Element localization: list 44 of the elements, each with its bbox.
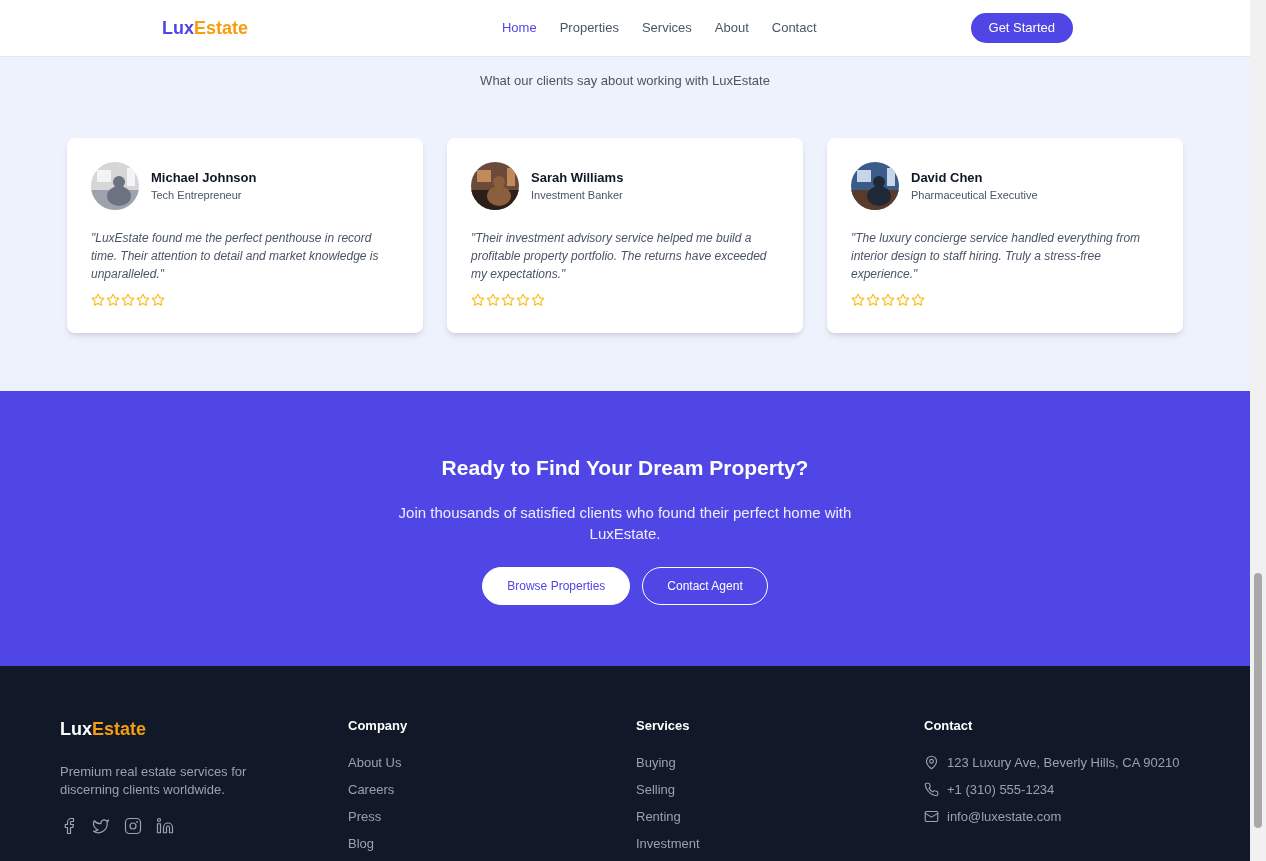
twitter-icon[interactable] bbox=[92, 817, 110, 835]
location-pin-icon bbox=[924, 755, 939, 770]
client-role: Investment Banker bbox=[531, 188, 624, 203]
testimonial-quote: "The luxury concierge service handled everything from interior design to staff hiring. Truly a stress-free experience." bbox=[851, 229, 1142, 283]
contact-info: 123 Luxury Ave, Beverly Hills, CA 90210 bbox=[947, 753, 1180, 772]
cta-heading: Ready to Find Your Dream Property? bbox=[441, 455, 809, 481]
footer-link[interactable]: Renting bbox=[636, 807, 681, 826]
footer-link[interactable]: About Us bbox=[348, 753, 402, 772]
cta-text: Join thousands of satisfied clients who found their perfect home with LuxEstate. bbox=[397, 502, 853, 544]
client-role: Tech Entrepreneur bbox=[151, 188, 243, 203]
footer-heading: Contact bbox=[924, 717, 974, 735]
client-name: David Chen bbox=[911, 168, 984, 187]
footer-link[interactable]: Selling bbox=[636, 780, 676, 799]
nav-link[interactable]: Properties bbox=[559, 18, 619, 38]
nav-link[interactable]: Services bbox=[641, 18, 692, 38]
client-role: Pharmaceutical Executive bbox=[911, 188, 1038, 203]
instagram-icon[interactable] bbox=[124, 817, 142, 835]
testimonial-quote: "LuxEstate found me the perfect penthouse in record time. Their attention to detail and market knowledge is unparalleled." bbox=[91, 229, 380, 283]
mail-icon bbox=[924, 809, 939, 824]
nav-link[interactable]: Contact bbox=[771, 18, 817, 38]
scrollbar-thumb[interactable] bbox=[1254, 573, 1262, 828]
browse-properties-button[interactable]: Browse Properties bbox=[482, 566, 631, 605]
nav-link[interactable]: About bbox=[714, 18, 749, 38]
footer-link[interactable]: Careers bbox=[348, 780, 395, 799]
section-subtitle: What our clients say about working with LuxEstate bbox=[480, 72, 770, 90]
nav-link[interactable]: Home bbox=[502, 18, 537, 38]
footer-link[interactable]: Buying bbox=[636, 753, 676, 772]
logo[interactable]: LuxEstate bbox=[162, 14, 249, 42]
client-name: Sarah Williams bbox=[531, 168, 624, 187]
footer-tagline: Premium real estate services for discerning clients worldwide. bbox=[60, 763, 248, 799]
footer-logo[interactable]: LuxEstate bbox=[60, 716, 348, 743]
footer-link[interactable]: Investment bbox=[636, 834, 700, 853]
get-started-button[interactable]: Get Started bbox=[970, 13, 1073, 43]
footer-heading: Company bbox=[348, 717, 409, 735]
footer-link[interactable]: Blog bbox=[348, 834, 375, 853]
phone-icon bbox=[924, 782, 939, 797]
client-name: Michael Johnson bbox=[151, 168, 257, 187]
testimonial-quote: "Their investment advisory service helped me build a profitable property portfolio. The returns have exceeded my expectations." bbox=[471, 229, 768, 283]
scrollbar[interactable] bbox=[1250, 0, 1266, 861]
contact-info: +1 (310) 555-1234 bbox=[947, 780, 1055, 799]
contact-info: info@luxestate.com bbox=[947, 807, 1062, 826]
footer-heading: Services bbox=[636, 717, 691, 735]
linkedin-icon[interactable] bbox=[156, 817, 174, 835]
footer-link[interactable]: Press bbox=[348, 807, 382, 826]
